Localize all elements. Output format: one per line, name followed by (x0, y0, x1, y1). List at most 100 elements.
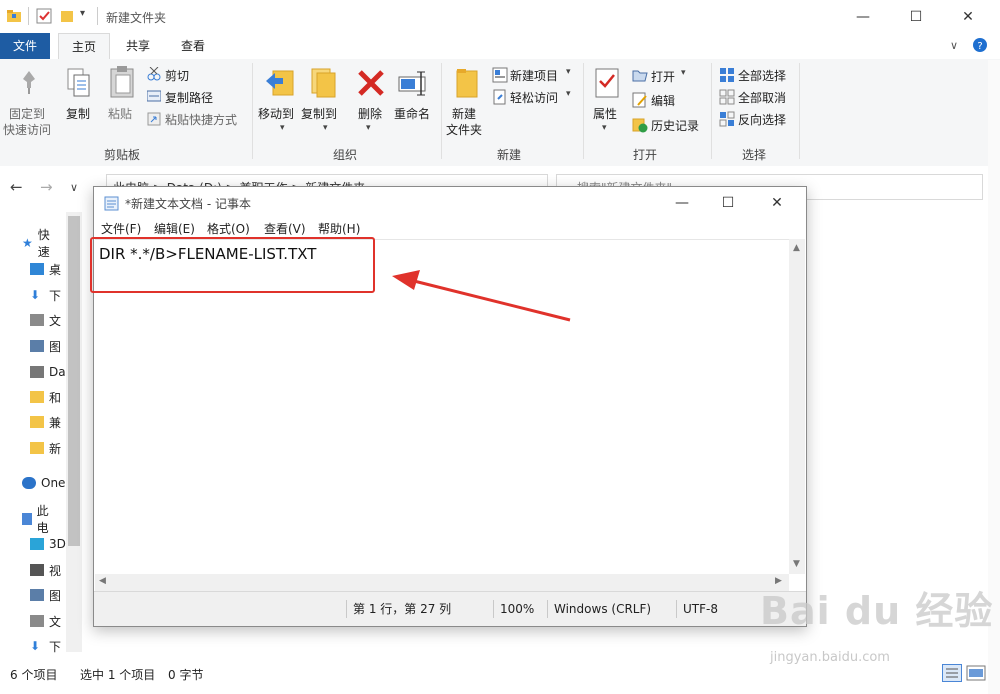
paste-shortcut-icon (147, 111, 161, 126)
nav-item[interactable]: 此电 (22, 504, 53, 535)
cut-button[interactable]: 剪切 (165, 67, 189, 84)
menu-format[interactable]: 格式(O) (207, 220, 250, 237)
line-ending: Windows (CRLF) (547, 600, 651, 618)
folder-pin-icon (30, 391, 44, 403)
new-folder-qat-icon[interactable] (60, 8, 74, 24)
nav-item[interactable]: 和 (30, 386, 61, 408)
select-none-button[interactable]: 全部取消 (738, 89, 786, 106)
easy-access-icon (492, 89, 508, 105)
recent-locations-icon[interactable]: ∨ (70, 181, 78, 194)
nav-item[interactable]: ★ 快速 (22, 228, 53, 259)
group-label-new: 新建 (497, 148, 522, 162)
properties-button[interactable]: 属性 (593, 105, 617, 122)
open-button[interactable]: 打开 (651, 68, 675, 85)
close-icon[interactable]: ✕ (945, 0, 991, 33)
pin-quick-access-button[interactable]: 固定到 (9, 105, 45, 122)
nav-item-label: 视 (49, 563, 62, 578)
picture-icon (30, 589, 44, 601)
tab-file[interactable]: 文件 (0, 33, 50, 59)
nav-item-label: 新 (49, 441, 62, 456)
properties-dropdown-icon[interactable]: ▾ (602, 123, 607, 133)
copy-path-button[interactable]: 复制路径 (165, 89, 213, 106)
nav-item[interactable]: 文 (30, 309, 61, 331)
nav-item[interactable]: 视 (30, 559, 61, 581)
notepad-vertical-scrollbar[interactable]: ▲ ▼ (789, 239, 805, 574)
edit-icon (632, 92, 648, 108)
delete-dropdown-icon[interactable]: ▾ (366, 123, 371, 133)
nav-item[interactable]: ⬇ 下 (30, 635, 61, 657)
item-count: 6 个项目 (10, 668, 58, 682)
collapse-ribbon-icon[interactable]: ∨ (950, 39, 958, 52)
forward-arrow-icon[interactable]: → (40, 178, 53, 196)
menu-view[interactable]: 查看(V) (264, 220, 306, 237)
paste-icon (108, 65, 136, 99)
notepad-minimize-icon[interactable]: — (659, 187, 705, 218)
ribbon: 固定到 快速访问 复制 粘贴 剪切 复制路径 粘贴快捷方式 剪贴板 移动到 ▾ … (0, 59, 1000, 167)
nav-item[interactable]: 文 (30, 610, 61, 632)
properties-qat-icon[interactable] (36, 8, 52, 24)
nav-item[interactable]: 新 (30, 437, 61, 459)
easy-access-dropdown-icon[interactable]: ▾ (566, 89, 571, 99)
nav-item[interactable]: 兼 (30, 411, 61, 433)
easy-access-button[interactable]: 轻松访问 (510, 89, 558, 106)
copy-button[interactable]: 复制 (66, 105, 90, 122)
paste-button[interactable]: 粘贴 (108, 105, 132, 122)
tab-view[interactable]: 查看 (168, 33, 218, 59)
menu-file[interactable]: 文件(F) (101, 220, 141, 237)
minimize-icon[interactable]: — (840, 0, 886, 33)
nav-item[interactable]: Da (30, 361, 66, 383)
nav-item[interactable]: 3D (30, 533, 66, 555)
copy-to-button[interactable]: 复制到 (301, 105, 337, 122)
new-item-dropdown-icon[interactable]: ▾ (566, 67, 571, 77)
3d-objects-icon (30, 538, 44, 550)
menu-edit[interactable]: 编辑(E) (154, 220, 195, 237)
new-item-button[interactable]: 新建项目 (510, 67, 558, 84)
nav-scrollbar-thumb[interactable] (68, 216, 80, 546)
details-view-icon[interactable] (942, 664, 962, 682)
notepad-horizontal-scrollbar[interactable]: ◀ ▶ (95, 574, 789, 591)
nav-item[interactable]: ⬇ 下 (30, 284, 61, 306)
tab-home[interactable]: 主页 (58, 33, 111, 60)
group-divider (799, 63, 800, 159)
ribbon-tabs: 文件 主页 共享 查看 ∨ ? (0, 33, 1000, 60)
computer-icon (22, 513, 32, 525)
open-icon (632, 68, 648, 82)
paste-shortcut-button[interactable]: 粘贴快捷方式 (165, 111, 237, 128)
nav-item[interactable]: 桌 (30, 258, 61, 280)
scroll-down-icon[interactable]: ▼ (793, 559, 800, 569)
notepad-close-icon[interactable]: ✕ (754, 187, 800, 218)
copy-to-icon (308, 67, 338, 99)
select-all-icon (719, 67, 735, 83)
back-arrow-icon[interactable]: ← (10, 178, 23, 196)
large-icons-view-icon[interactable] (966, 664, 986, 682)
move-to-dropdown-icon[interactable]: ▾ (280, 123, 285, 133)
annotation-arrow-icon (392, 270, 571, 322)
menu-help[interactable]: 帮助(H) (318, 220, 360, 237)
folder-pin-icon (30, 416, 44, 428)
tab-share[interactable]: 共享 (113, 33, 163, 59)
rename-button[interactable]: 重命名 (394, 105, 430, 122)
history-button[interactable]: 历史记录 (651, 117, 699, 134)
nav-scrollbar[interactable] (66, 212, 82, 652)
document-icon (30, 314, 44, 326)
scroll-up-icon[interactable]: ▲ (793, 243, 800, 253)
maximize-icon[interactable]: ☐ (893, 0, 939, 33)
group-label-clipboard: 剪贴板 (104, 148, 141, 162)
group-divider (441, 63, 442, 159)
edit-button[interactable]: 编辑 (651, 92, 675, 109)
nav-item[interactable]: 图 (30, 584, 61, 606)
nav-item[interactable]: One (22, 472, 65, 494)
download-icon: ⬇ (30, 288, 41, 302)
scroll-left-icon[interactable]: ◀ (99, 576, 106, 586)
help-icon[interactable]: ? (972, 37, 988, 53)
open-dropdown-icon[interactable]: ▾ (681, 68, 686, 78)
copy-to-dropdown-icon[interactable]: ▾ (323, 123, 328, 133)
move-to-button[interactable]: 移动到 (258, 105, 294, 122)
new-folder-button[interactable]: 新建 (452, 105, 476, 122)
qat-dropdown-icon[interactable]: ▾ (80, 8, 85, 19)
notepad-maximize-icon[interactable]: ☐ (705, 187, 751, 218)
nav-item[interactable]: 图 (30, 335, 61, 357)
delete-button[interactable]: 删除 (358, 105, 382, 122)
select-all-button[interactable]: 全部选择 (738, 67, 786, 84)
invert-selection-button[interactable]: 反向选择 (738, 111, 786, 128)
